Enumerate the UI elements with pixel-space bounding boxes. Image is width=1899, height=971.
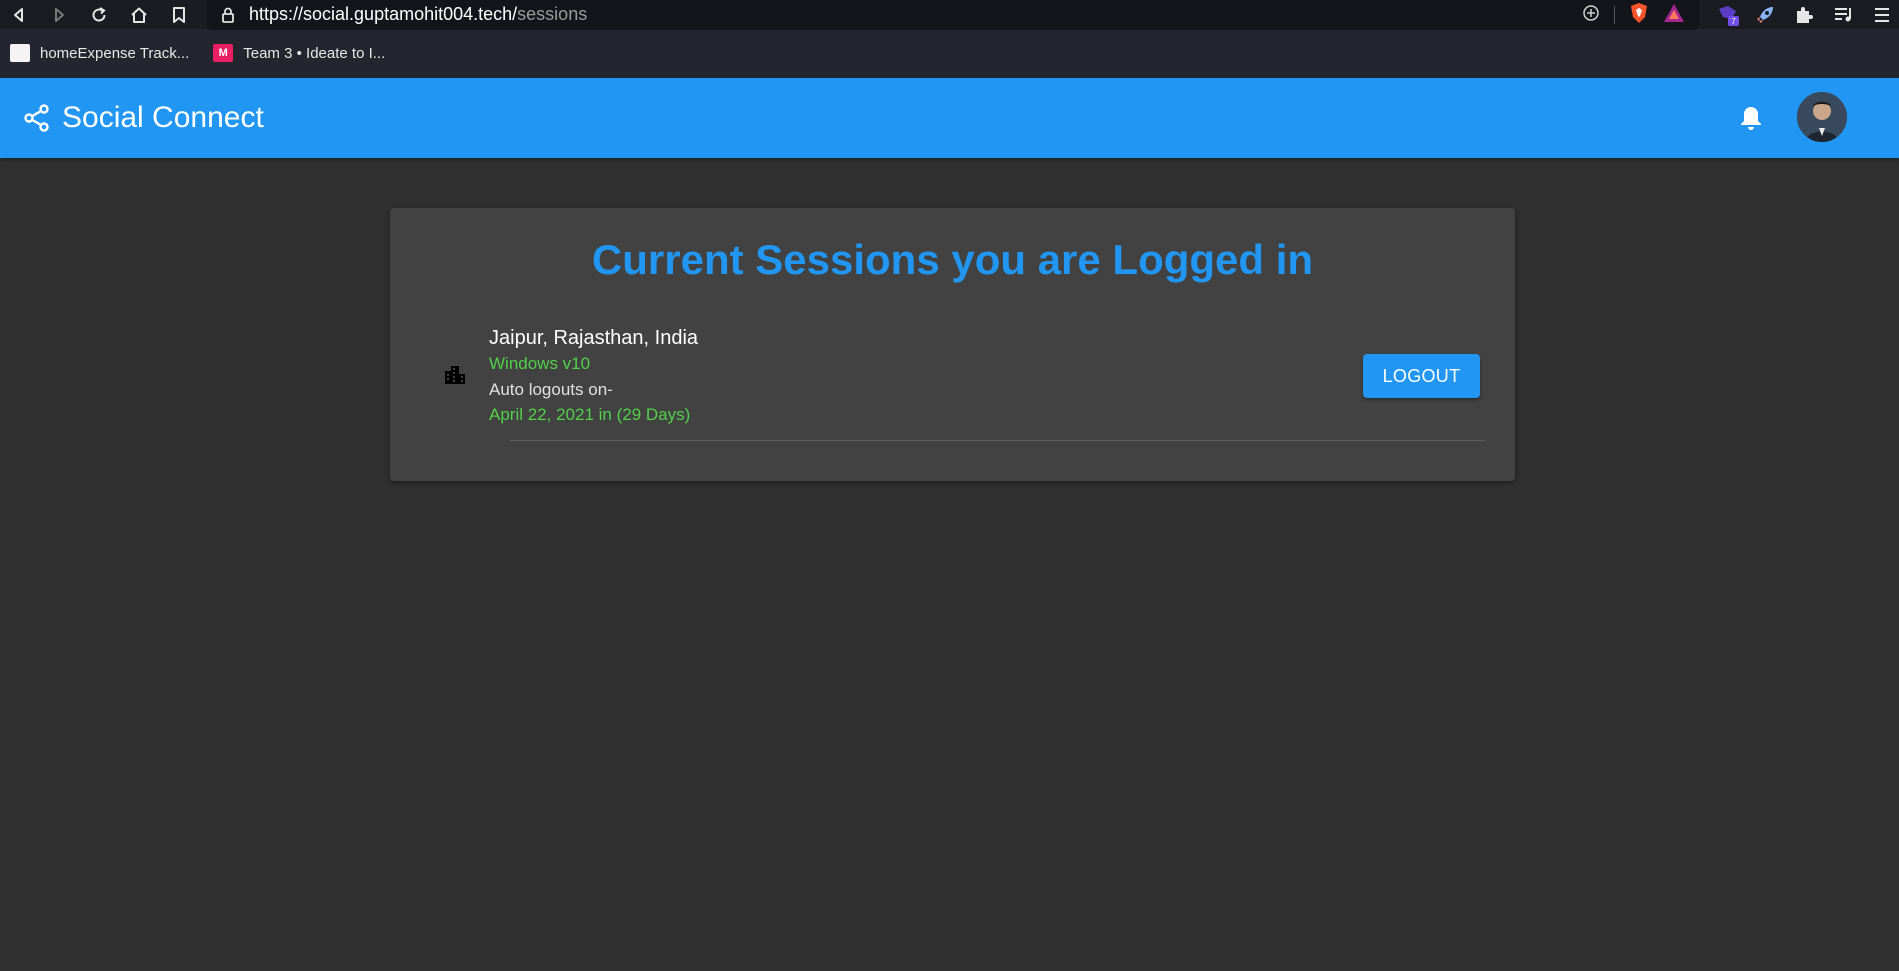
bookmark-icon[interactable] — [166, 2, 192, 28]
address-bar[interactable]: https://social.guptamohit004.tech/sessio… — [207, 0, 1699, 30]
rocket-extension-icon[interactable] — [1753, 3, 1777, 27]
reload-icon[interactable] — [86, 2, 112, 28]
logout-button[interactable]: LOGOUT — [1363, 354, 1480, 398]
app-title[interactable]: Social Connect — [62, 101, 264, 135]
home-icon[interactable] — [126, 2, 152, 28]
homeexpense-favicon-icon — [10, 44, 30, 62]
bookmarks-bar: homeExpense Track... M Team 3 • Ideate t… — [0, 38, 399, 68]
separator — [1614, 6, 1615, 24]
notification-bell-icon[interactable] — [1739, 104, 1765, 132]
brave-shield-icon[interactable] — [1629, 2, 1649, 29]
zoom-plus-icon[interactable] — [1582, 4, 1600, 27]
menu-icon[interactable] — [1870, 3, 1894, 27]
forward-icon[interactable] — [46, 2, 72, 28]
sessions-card: Current Sessions you are Logged in Jaipu… — [390, 208, 1515, 481]
list-divider — [510, 440, 1485, 441]
session-location: Jaipur, Rajasthan, India — [489, 327, 699, 349]
auto-logout-date: April 22, 2021 in (29 Days) — [489, 405, 691, 424]
user-avatar[interactable] — [1797, 92, 1847, 142]
back-icon[interactable] — [6, 2, 32, 28]
url-host: https://social.guptamohit004.tech/ — [249, 4, 518, 24]
page-title: Current Sessions you are Logged in — [591, 236, 1314, 283]
session-details: Jaipur, Rajasthan, India Windows v10 Aut… — [489, 326, 698, 425]
extension-icon-tag[interactable]: 7 — [1716, 3, 1740, 27]
building-icon — [443, 362, 467, 386]
bookmark-team3[interactable]: M Team 3 • Ideate to I... — [213, 44, 385, 62]
lock-icon — [221, 6, 237, 24]
share-icon[interactable] — [24, 104, 50, 132]
url-text: https://social.guptamohit004.tech/sessio… — [249, 4, 587, 25]
extensions-puzzle-icon[interactable] — [1792, 3, 1816, 27]
app-header: Social Connect — [0, 78, 1899, 158]
bookmark-homeexpense[interactable]: homeExpense Track... — [10, 44, 189, 62]
auto-logout-label: Auto logouts on- — [489, 380, 613, 399]
extension-badge: 7 — [1731, 17, 1736, 26]
bookmark-label: homeExpense Track... — [40, 44, 190, 62]
playlist-icon[interactable] — [1832, 3, 1856, 27]
browser-chrome: https://social.guptamohit004.tech/sessio… — [0, 0, 1899, 78]
brave-rewards-icon[interactable] — [1663, 3, 1685, 28]
miro-favicon-icon: M — [213, 44, 234, 62]
url-path: sessions — [517, 4, 588, 24]
session-os: Windows v10 — [489, 354, 591, 373]
bookmark-label: Team 3 • Ideate to I... — [243, 44, 386, 62]
